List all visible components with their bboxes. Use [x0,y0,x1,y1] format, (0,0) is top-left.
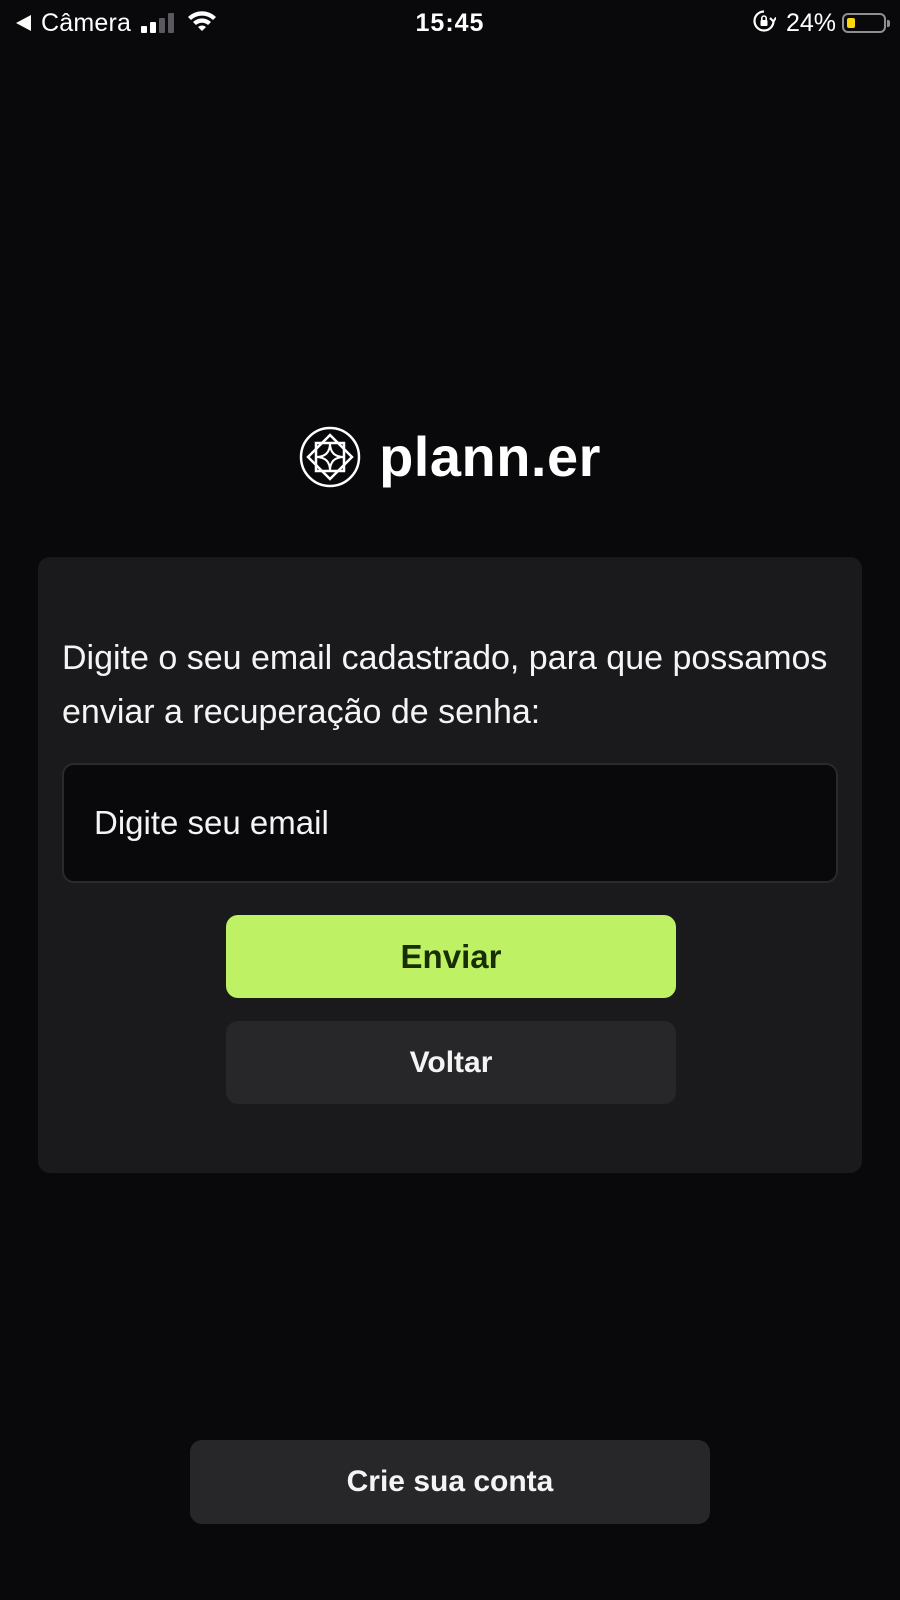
status-bar-right: 24% [752,8,890,38]
create-account-button[interactable]: Crie sua conta [190,1440,710,1524]
battery-fill [847,18,855,28]
planner-logo-icon [299,426,361,488]
back-button[interactable]: Voltar [226,1021,676,1104]
battery-nub [887,20,890,27]
send-button[interactable]: Enviar [226,915,676,998]
status-bar: Câmera 15:45 24% [0,0,900,46]
recovery-instructions: Digite o seu email cadastrado, para que … [62,639,828,731]
rotation-lock-icon [752,9,777,38]
battery-percentage: 24% [785,8,836,37]
logo-text: plann.er [379,425,601,488]
battery-icon [842,13,890,33]
password-recovery-card: Digite o seu email cadastrado, para que … [38,557,862,1173]
email-input[interactable] [62,763,838,883]
app-logo: plann.er [0,422,900,492]
